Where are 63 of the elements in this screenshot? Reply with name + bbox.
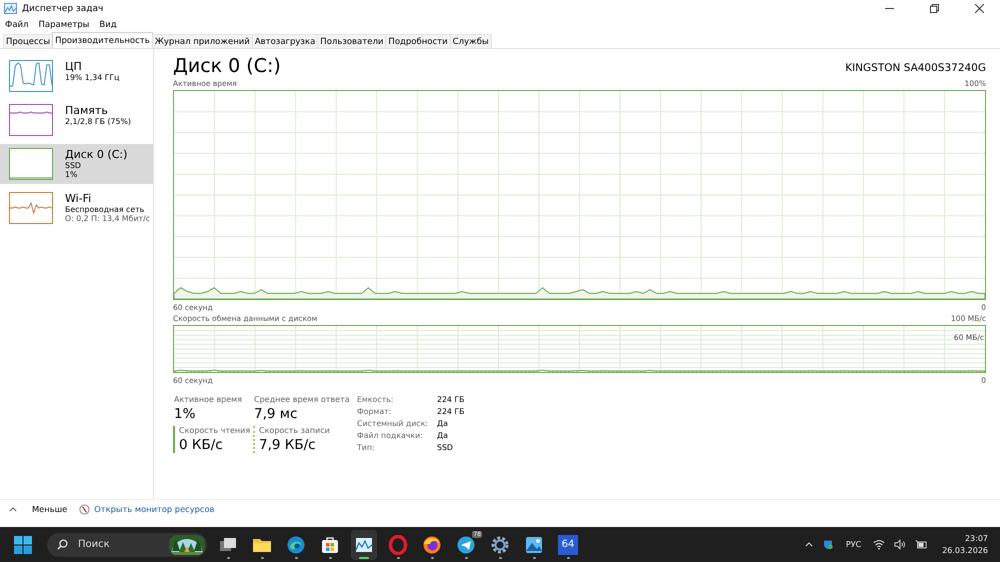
taskbar-app[interactable] [351,530,377,560]
shopping-bag-icon [320,534,340,554]
item-name: Wi-Fi [65,192,92,205]
taskbar-app[interactable]: 64 [555,530,581,560]
ring-icon [388,534,408,554]
battery-icon[interactable] [915,539,928,550]
item-name: Диск 0 (C:) [65,148,128,161]
wifi-icon[interactable] [873,539,886,550]
shield-icon[interactable] [822,539,834,550]
running-indicator [532,556,536,558]
image-icon [524,534,544,554]
tab[interactable]: Производительность [52,32,153,48]
speaker-icon[interactable] [894,539,906,550]
tab[interactable]: Подробности [385,34,451,48]
item-name: ЦП [65,60,83,73]
stat-value: 7,9 КБ/с [259,437,317,453]
disk-title: Диск 0 (C:) [173,55,281,77]
disk-model: KINGSTON SA400S37240G [845,62,986,74]
stat-label: Скорость записи [259,426,331,435]
app-tile: 64 [558,534,578,554]
search-icon [57,539,68,550]
stat-label: Активное время [174,395,244,404]
clock-date[interactable]: 26.03.2026 [942,544,988,556]
resource-monitor-link[interactable]: Открыть монитор ресурсов [94,504,214,514]
app-icon [4,3,17,14]
maximize-icon[interactable] [930,4,939,13]
tab[interactable]: Автозагрузка [252,34,318,48]
menu-item[interactable]: Вид [99,20,117,30]
less-link[interactable]: Меньше [32,504,68,514]
tab[interactable]: Пользователи [317,34,386,48]
window-title: Диспетчер задач [22,4,104,14]
tab[interactable]: Журнал приложений [152,34,253,48]
running-indicator [328,556,332,558]
stat-value: 0 КБ/с [179,437,224,453]
stat-value: 7,9 мс [254,406,298,422]
running-indicator [498,556,502,558]
tab[interactable]: Службы [450,34,492,48]
clock-time[interactable]: 23:07 [964,532,988,544]
running-indicator [464,556,468,558]
stat-value: 1% [174,406,196,422]
paper-plane-icon [456,534,476,554]
settings-icon [490,534,510,554]
stat-label: Скорость чтения [179,426,252,435]
menu-item[interactable]: Параметры [38,20,90,30]
monitor-icon [79,504,90,514]
tab[interactable]: Процессы [3,34,54,48]
browser-icon [286,534,306,554]
running-indicator [396,556,400,558]
menu-item[interactable]: Файл [5,20,28,30]
running-indicator [226,556,230,558]
running-indicator [294,556,298,558]
search-field[interactable]: Поиск [47,532,207,556]
close-icon[interactable] [975,4,984,13]
fox-icon [422,534,442,554]
language-indicator[interactable]: РУС [846,540,862,549]
running-indicator [430,556,434,558]
running-indicator [359,556,369,558]
item-name: Память [65,104,109,117]
stat-label: Среднее время ответа [254,395,349,404]
running-indicator [260,556,264,558]
start-icon[interactable] [13,534,33,554]
running-indicator [566,556,570,558]
chevron-up-icon[interactable] [9,506,17,512]
